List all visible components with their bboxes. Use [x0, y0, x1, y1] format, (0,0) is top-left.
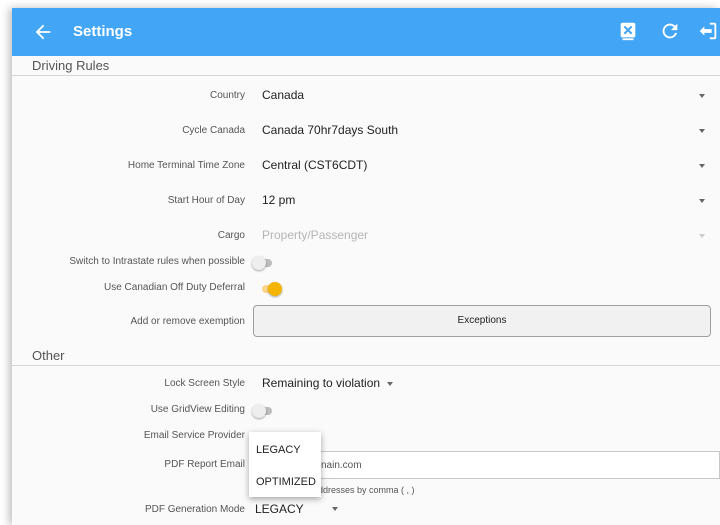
- page-title: Settings: [73, 23, 133, 40]
- refresh-icon[interactable]: [659, 20, 681, 42]
- pdf-email-input[interactable]: nain.com: [314, 451, 720, 479]
- exceptions-button[interactable]: Exceptions: [253, 305, 711, 337]
- other-header: Other: [12, 346, 720, 366]
- exemption-label: Add or remove exemption: [130, 316, 245, 327]
- gridview-toggle[interactable]: [252, 404, 274, 418]
- pdf-email-value: nain.com: [321, 460, 362, 471]
- country-dropdown-icon[interactable]: [699, 94, 705, 98]
- start-hour-select[interactable]: 12 pm: [262, 193, 295, 207]
- cargo-dropdown-icon: [699, 234, 705, 238]
- gridview-label: Use GridView Editing: [150, 404, 245, 415]
- logout-icon[interactable]: [697, 20, 719, 42]
- lock-screen-label: Lock Screen Style: [164, 378, 245, 389]
- country-select[interactable]: Canada: [262, 88, 304, 102]
- cycle-label: Cycle Canada: [182, 125, 245, 136]
- driving-rules-header: Driving Rules: [12, 56, 720, 76]
- pdf-mode-select[interactable]: LEGACY: [255, 502, 304, 516]
- country-label: Country: [209, 90, 245, 101]
- cycle-select[interactable]: Canada 70hr7days South: [262, 123, 398, 137]
- dropdown-option-legacy[interactable]: LEGACY: [256, 444, 301, 456]
- time-zone-select[interactable]: Central (CST6CDT): [262, 158, 367, 172]
- intrastate-label: Switch to Intrastate rules when possible: [69, 256, 245, 267]
- off-duty-deferral-toggle[interactable]: [260, 282, 282, 296]
- pdf-mode-label: PDF Generation Mode: [144, 504, 245, 515]
- pdf-email-label: PDF Report Email: [164, 459, 245, 470]
- settings-screen: Settings Driving Rules Country Canada Cy…: [12, 8, 720, 525]
- back-arrow-icon[interactable]: [32, 21, 54, 43]
- time-zone-label: Home Terminal Time Zone: [127, 160, 245, 171]
- start-hour-label: Start Hour of Day: [167, 195, 245, 206]
- intrastate-toggle[interactable]: [252, 256, 274, 270]
- app-bar: Settings: [12, 8, 720, 56]
- start-hour-dropdown-icon[interactable]: [699, 199, 705, 203]
- off-duty-deferral-label: Use Canadian Off Duty Deferral: [104, 282, 245, 293]
- cycle-dropdown-icon[interactable]: [699, 129, 705, 133]
- email-provider-dropdown-menu: LEGACY OPTIMIZED: [249, 432, 321, 497]
- pdf-email-hint: ddresses by comma ( , ): [318, 485, 415, 495]
- email-provider-label: Email Service Provider: [143, 430, 245, 441]
- time-zone-dropdown-icon[interactable]: [699, 164, 705, 168]
- lock-screen-dropdown-icon[interactable]: [387, 382, 393, 386]
- cargo-label: Cargo: [217, 230, 245, 241]
- pdf-mode-dropdown-icon[interactable]: [332, 507, 338, 511]
- lock-screen-select[interactable]: Remaining to violation: [262, 376, 380, 390]
- clear-data-icon[interactable]: [617, 20, 639, 42]
- cargo-select: Property/Passenger: [262, 228, 369, 242]
- dropdown-option-optimized[interactable]: OPTIMIZED: [256, 476, 316, 488]
